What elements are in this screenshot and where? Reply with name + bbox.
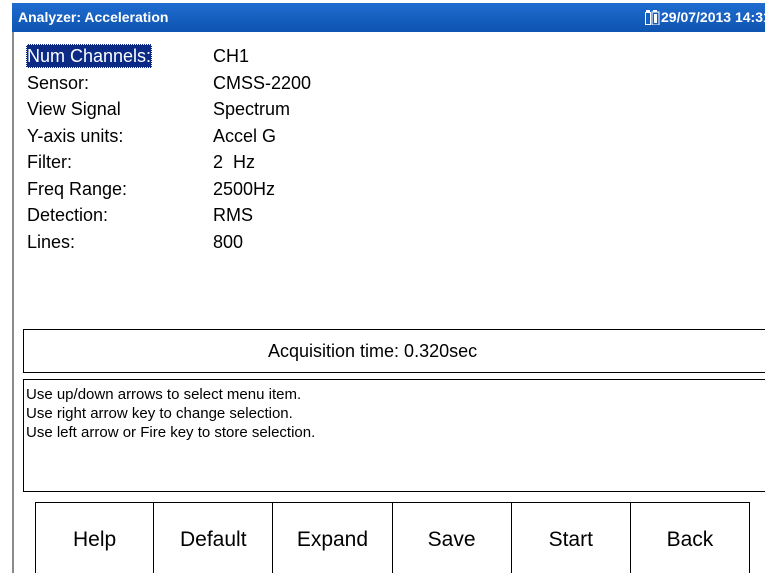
acquisition-box: Acquisition time: 0.320sec (23, 329, 765, 373)
setting-label[interactable]: Freq Range: (26, 177, 128, 201)
analyzer-screen: Analyzer: Acceleration 29/07/2013 14:31 … (0, 0, 765, 573)
left-border (12, 32, 14, 573)
expand-button[interactable]: Expand (273, 502, 393, 573)
help-line: Use up/down arrows to select menu item. (26, 386, 302, 403)
start-button[interactable]: Start (511, 502, 631, 573)
setting-label[interactable]: Lines: (26, 230, 76, 254)
battery-icon (645, 9, 660, 25)
setting-label[interactable]: Y-axis units: (26, 124, 124, 148)
setting-value: CH1 (213, 46, 250, 66)
setting-value: 2500Hz (213, 178, 276, 199)
setting-value: 2 Hz (213, 152, 256, 172)
setting-label[interactable]: Detection: (26, 203, 109, 227)
default-button[interactable]: Default (154, 502, 274, 573)
back-button[interactable]: Back (630, 502, 751, 573)
setting-value: Accel G (213, 125, 277, 146)
status-area: 29/07/2013 14:31 (645, 9, 765, 25)
save-button[interactable]: Save (392, 502, 512, 573)
setting-label[interactable]: Num Channels: (26, 44, 153, 68)
setting-value: Spectrum (213, 99, 291, 119)
setting-label[interactable]: Filter: (26, 150, 73, 174)
setting-label[interactable]: View Signal (26, 97, 122, 121)
setting-label[interactable]: Sensor: (26, 71, 90, 95)
function-button-bar: Help Default Expand Save Start Back (35, 502, 751, 573)
help-line: Use right arrow key to change selection. (26, 405, 293, 422)
help-button[interactable]: Help (35, 502, 155, 573)
title-bar: Analyzer: Acceleration 29/07/2013 14:31 (12, 3, 765, 32)
setting-value: CMSS-2200 (213, 72, 312, 93)
setting-value: 800 (213, 231, 244, 252)
acquisition-time: Acquisition time: 0.320sec (268, 341, 478, 361)
help-box: Use up/down arrows to select menu item. … (23, 379, 765, 492)
setting-value: RMS (213, 205, 253, 225)
window-title: Analyzer: Acceleration (18, 9, 169, 25)
datetime: 29/07/2013 14:31 (661, 9, 765, 25)
help-line: Use left arrow or Fire key to store sele… (26, 424, 316, 441)
